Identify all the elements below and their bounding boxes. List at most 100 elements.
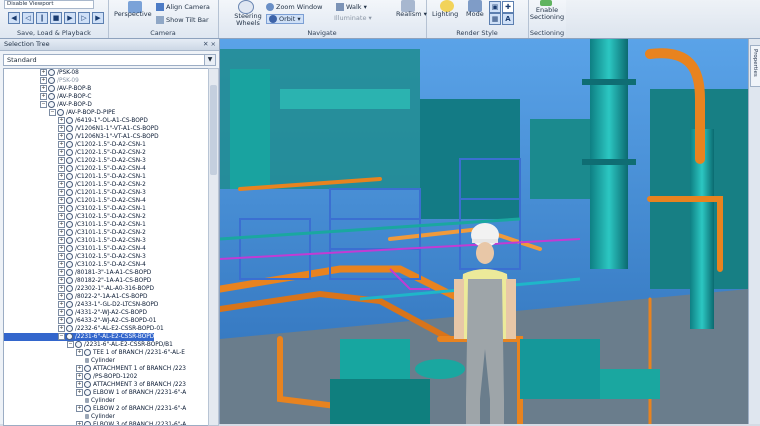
expand-icon[interactable]: +: [58, 157, 65, 164]
expand-icon[interactable]: +: [58, 149, 65, 156]
expand-icon[interactable]: +: [58, 269, 65, 276]
step-back-button[interactable]: ◁: [22, 12, 34, 24]
realism-button[interactable]: Realism ▾: [396, 10, 427, 18]
pause-button[interactable]: ❙: [36, 12, 48, 24]
enable-sectioning-button[interactable]: Enable Sectioning: [529, 7, 565, 21]
tree-view-dropdown[interactable]: Standard ▼: [3, 54, 216, 66]
tree-node-item[interactable]: + TEE 1 of BRANCH /2231-6"-AL-E: [4, 349, 185, 357]
expand-icon[interactable]: +: [58, 133, 65, 140]
step-forward-button[interactable]: ▷: [78, 12, 90, 24]
render-wireframe-toggle[interactable]: ✚: [502, 1, 514, 13]
render-shaded-toggle[interactable]: ▣: [489, 1, 501, 13]
expand-icon[interactable]: +: [58, 277, 65, 284]
expand-icon[interactable]: +: [58, 285, 65, 292]
tree-node-item[interactable]: + /C3102-1.5"-D-A2-CSN-3: [4, 253, 146, 261]
collapse-icon[interactable]: −: [58, 333, 65, 340]
stop-button[interactable]: ■: [50, 12, 62, 24]
walk-button[interactable]: Walk ▾: [336, 3, 367, 11]
tree-node-item[interactable]: + /PSK-09: [4, 77, 79, 85]
tree-node-item[interactable]: − /AV-P-BOP-D: [4, 101, 92, 109]
expand-icon[interactable]: +: [40, 93, 47, 100]
tree-node-item[interactable]: − /2231-6"-AL-E2-CSSR-BOPD: [4, 333, 155, 341]
fast-forward-button[interactable]: ▶: [92, 12, 104, 24]
expand-icon[interactable]: +: [76, 405, 83, 412]
tree-node-item[interactable]: + /C1202-1.5"-D-A2-CSN-3: [4, 157, 146, 165]
tree-node-item[interactable]: + /C1202-1.5"-D-A2-CSN-1: [4, 141, 146, 149]
expand-icon[interactable]: +: [58, 221, 65, 228]
tree-node-item[interactable]: − /AV-P-BOP-D-PIPE: [4, 109, 115, 117]
expand-icon[interactable]: +: [76, 349, 83, 356]
expand-icon[interactable]: +: [76, 373, 83, 380]
tree-node-item[interactable]: + /C1202-1.5"-D-A2-CSN-4: [4, 165, 146, 173]
perspective-button[interactable]: Perspective: [114, 10, 152, 18]
align-camera-button[interactable]: Align Camera: [156, 3, 210, 11]
expand-icon[interactable]: +: [58, 165, 65, 172]
tree-node-item[interactable]: + /C3102-1.5"-D-A2-CSN-4: [4, 261, 146, 269]
expand-icon[interactable]: +: [58, 189, 65, 196]
tree-leaf-item[interactable]: Cylinder: [4, 413, 115, 421]
tree-node-item[interactable]: + /8022-2"-1A-A1-CS-BOPD: [4, 293, 148, 301]
tree-node-item[interactable]: + /PSK-08: [4, 69, 79, 77]
orbit-button[interactable]: Orbit ▾: [266, 14, 304, 24]
tree-node-item[interactable]: + ELBOW 2 of BRANCH /2231-6"-A: [4, 405, 186, 413]
steering-wheels-button[interactable]: Steering Wheels: [234, 13, 262, 27]
tree-leaf-item[interactable]: Cylinder: [4, 357, 115, 365]
expand-icon[interactable]: +: [58, 309, 65, 316]
scrollbar-thumb[interactable]: [210, 85, 217, 175]
tree-node-item[interactable]: + /PS-BOPD-1202: [4, 373, 137, 381]
expand-icon[interactable]: +: [76, 381, 83, 388]
lighting-button[interactable]: Lighting: [432, 10, 458, 18]
expand-icon[interactable]: +: [58, 301, 65, 308]
tree-node-item[interactable]: + /C3101-1.5"-D-A2-CSN-3: [4, 237, 146, 245]
tree-node-item[interactable]: + /C1201-1.5"-D-A2-CSN-4: [4, 197, 146, 205]
tree-node-item[interactable]: + /C1201-1.5"-D-A2-CSN-2: [4, 181, 146, 189]
tree-scrollbar[interactable]: [208, 68, 219, 426]
tree-node-item[interactable]: + /2232-6"-AL-E2-CSSR-BOPD-01: [4, 325, 164, 333]
tree-node-item[interactable]: + ELBOW 1 of BRANCH /2231-6"-A: [4, 389, 186, 397]
expand-icon[interactable]: +: [58, 229, 65, 236]
tree-node-item[interactable]: + /6419-1"-OL-A1-CS-BOPD: [4, 117, 148, 125]
expand-icon[interactable]: +: [58, 293, 65, 300]
expand-icon[interactable]: +: [40, 69, 47, 76]
expand-icon[interactable]: +: [58, 141, 65, 148]
tree-node-item[interactable]: + ATTACHMENT 1 of BRANCH /223: [4, 365, 186, 373]
expand-icon[interactable]: +: [58, 317, 65, 324]
tree-node-item[interactable]: + /C1202-1.5"-D-A2-CSN-2: [4, 149, 146, 157]
tree-node-item[interactable]: + /AV-P-BOP-C: [4, 93, 91, 101]
expand-icon[interactable]: +: [58, 253, 65, 260]
tree-node-item[interactable]: + /AV-P-BOP-B: [4, 85, 91, 93]
tree-node-item[interactable]: + /80182-2"-1A-A1-CS-BOPD: [4, 277, 151, 285]
tree-node-item[interactable]: + /80181-3"-1A-A1-CS-BOPD: [4, 269, 151, 277]
tree-node-item[interactable]: + /C3102-1.5"-D-A2-CSN-1: [4, 205, 146, 213]
zoom-window-button[interactable]: Zoom Window: [266, 3, 322, 11]
tree-node-item[interactable]: + /22302-1"-AL-A0-316-BOPD: [4, 285, 154, 293]
expand-icon[interactable]: +: [58, 325, 65, 332]
tree-node-item[interactable]: + /C1201-1.5"-D-A2-CSN-3: [4, 189, 146, 197]
render-hidden-toggle[interactable]: ▦: [489, 13, 501, 25]
render-text-toggle[interactable]: A: [502, 13, 514, 25]
collapse-icon[interactable]: −: [67, 341, 74, 348]
expand-icon[interactable]: +: [58, 213, 65, 220]
tree-leaf-item[interactable]: Cylinder: [4, 397, 115, 405]
show-tilt-bar-button[interactable]: Show Tilt Bar: [156, 16, 209, 24]
tree-node-item[interactable]: + ATTACHMENT 3 of BRANCH /223: [4, 381, 186, 389]
tree-node-item[interactable]: + /C1201-1.5"-D-A2-CSN-1: [4, 173, 146, 181]
expand-icon[interactable]: +: [76, 365, 83, 372]
expand-icon[interactable]: +: [58, 117, 65, 124]
collapse-icon[interactable]: −: [40, 101, 47, 108]
expand-icon[interactable]: +: [58, 125, 65, 132]
tree-node-item[interactable]: + /V1206N3-1"-VT-A1-CS-BOPD: [4, 133, 159, 141]
illuminate-button[interactable]: Illuminate ▾: [334, 14, 372, 22]
expand-icon[interactable]: +: [58, 261, 65, 268]
expand-icon[interactable]: +: [58, 237, 65, 244]
expand-icon[interactable]: +: [76, 389, 83, 396]
tree-node-item[interactable]: + /C3101-1.5"-D-A2-CSN-2: [4, 229, 146, 237]
expand-icon[interactable]: +: [40, 85, 47, 92]
rewind-button[interactable]: ◀: [8, 12, 20, 24]
tree-node-item[interactable]: + /4331-2"-WJ-A2-CS-BOPD: [4, 309, 147, 317]
panel-controls[interactable]: ✕ ×: [203, 39, 216, 50]
tree-node-item[interactable]: − /2231-6"-AL-E2-CSSR-BOPD/B1: [4, 341, 173, 349]
expand-icon[interactable]: +: [58, 205, 65, 212]
tree-node-item[interactable]: + /C3101-1.5"-D-A2-CSN-1: [4, 221, 146, 229]
tree-node-item[interactable]: + /V1206N1-1"-VT-A1-CS-BOPD: [4, 125, 159, 133]
